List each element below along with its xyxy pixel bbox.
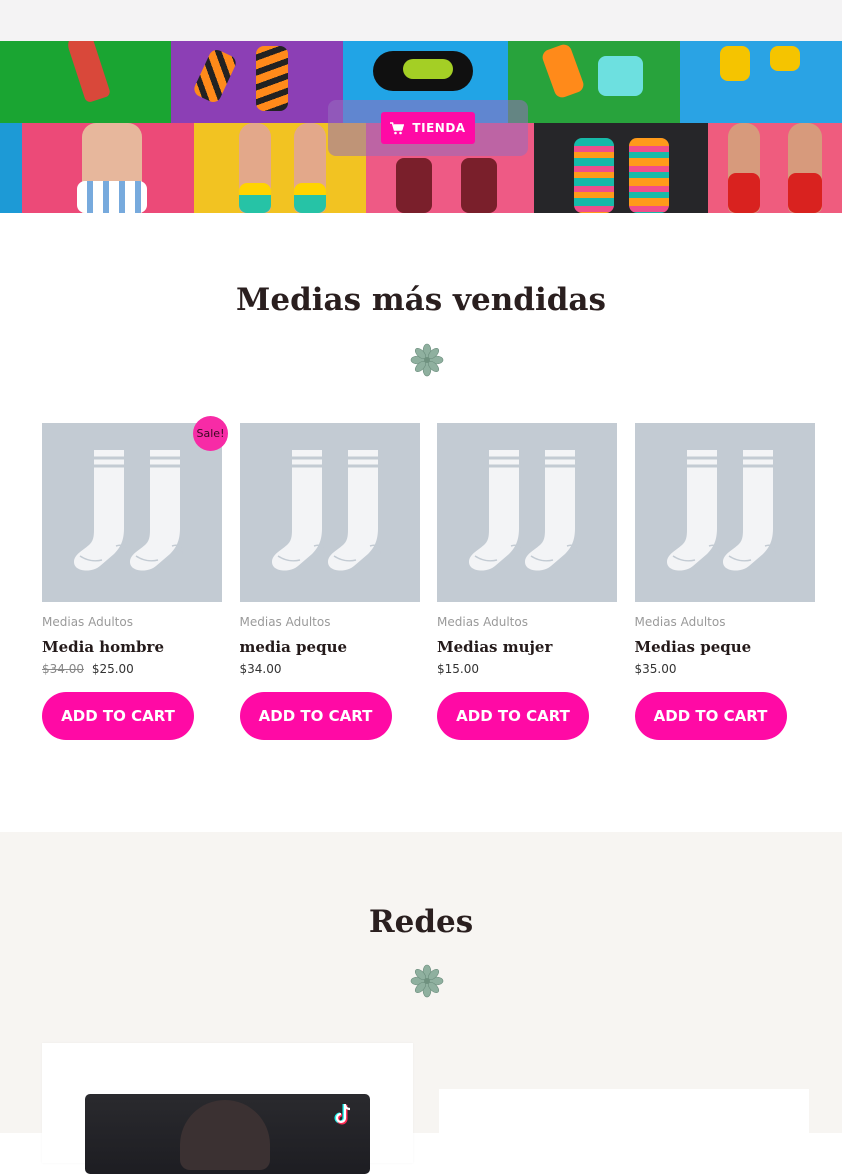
add-to-cart-button[interactable]: ADD TO CART [634,692,787,740]
product-name[interactable]: Medias mujer [437,638,617,658]
hero-tile [508,41,680,123]
product-card[interactable]: Sale! Medias Adultos Media hombre $34.00… [42,416,228,740]
product-category[interactable]: Medias Adultos [42,615,222,631]
redes-title: Redes [368,904,474,940]
hero-tile [534,123,708,213]
product-price-row: $15.00 [437,662,617,678]
product-name[interactable]: media peque [240,638,420,658]
product-price: $34.00 [239,662,282,676]
flower-icon [410,964,444,998]
product-card[interactable]: Medias Adultos media peque $34.00 ADD TO… [239,423,420,740]
product-name[interactable]: Media hombre [42,638,222,658]
bestsellers-title: Medias más vendidas [236,282,606,318]
product-grid: Sale! Medias Adultos Media hombre $34.00… [42,416,815,753]
sock-placeholder-icon [666,449,776,571]
cart-icon [390,121,405,134]
product-name[interactable]: Medias peque [635,638,815,658]
product-category[interactable]: Medias Adultos [437,615,617,631]
hero-tile [171,41,343,123]
tiktok-video-thumbnail[interactable] [85,1094,370,1174]
tiktok-icon [334,1103,351,1125]
product-price: $15.00 [437,662,479,676]
hero-tile [22,123,194,213]
sock-placeholder-icon [74,449,183,571]
top-bar [0,0,842,41]
add-to-cart-button[interactable]: ADD TO CART [42,692,194,740]
product-image[interactable]: Sale! [42,416,228,602]
sale-badge: Sale! [193,416,228,451]
product-price-row: $34.00 $25.00 [42,662,222,678]
add-to-cart-button[interactable]: ADD TO CART [437,692,589,740]
product-category[interactable]: Medias Adultos [240,615,420,631]
product-card[interactable]: Medias Adultos Medias mujer $15.00 ADD T… [437,423,617,740]
product-price: $25.00 [91,662,134,676]
hero-tile [0,123,22,213]
add-to-cart-button[interactable]: ADD TO CART [239,692,392,740]
hero-tile [680,41,842,123]
flower-icon [410,343,444,377]
product-image[interactable] [437,423,617,602]
hero-banner: TIENDA [0,41,842,213]
video-person [180,1100,270,1170]
product-card[interactable]: Medias Adultos Medias peque $35.00 ADD T… [634,423,815,740]
social-card [439,1089,809,1149]
product-old-price: $34.00 [42,662,84,676]
redes-section: Redes [0,832,842,1174]
hero-tile [708,123,842,213]
product-price-row: $35.00 [635,662,815,678]
product-price-row: $34.00 [240,662,420,678]
sock-placeholder-icon [271,449,381,571]
shop-button-label: TIENDA [412,121,466,135]
product-image[interactable] [634,423,815,602]
product-category[interactable]: Medias Adultos [635,615,815,631]
product-image[interactable] [239,423,420,602]
hero-tile [0,41,171,123]
product-price: $35.00 [634,662,677,676]
tiktok-card [42,1043,413,1174]
shop-button[interactable]: TIENDA [381,112,475,144]
sock-placeholder-icon [469,449,578,571]
